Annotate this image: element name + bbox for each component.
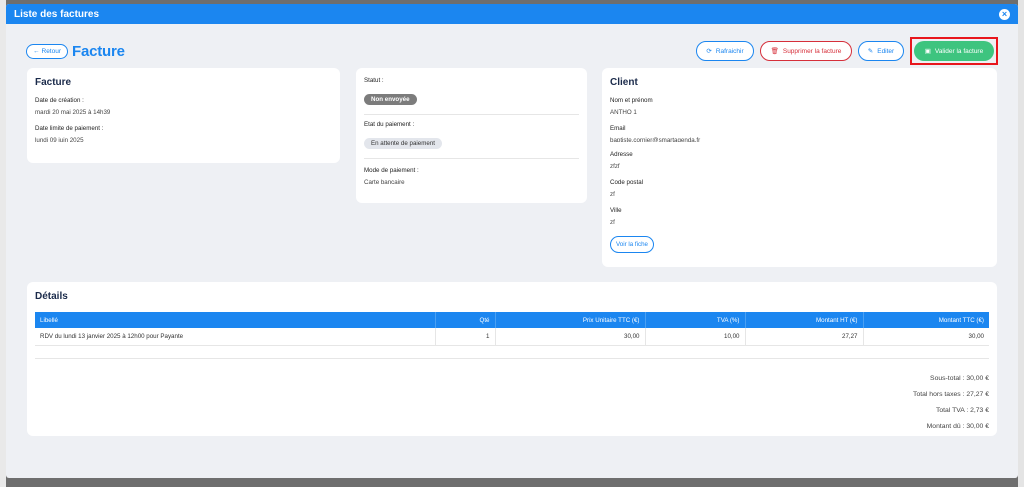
cell-unit-price: 30,00: [494, 328, 645, 346]
details-card: Détails Libellé Qté Prix Unitaire TTC (€…: [27, 282, 997, 436]
action-bar: ⟳ Rafraichir 🗑 Supprimer la facture ✎ Ed…: [696, 37, 998, 65]
col-unit-price: Prix Unitaire TTC (€): [494, 312, 645, 328]
client-city-label: Ville: [610, 207, 622, 214]
modal-header: Liste des factures ×: [6, 4, 1018, 24]
creation-date-label: Date de création :: [35, 97, 84, 104]
payment-state-badge: En attente de paiement: [364, 138, 442, 149]
page-title: Facture: [72, 42, 125, 60]
cell-amount-ht: 27,27: [744, 328, 863, 346]
client-email-label: Email: [610, 125, 626, 132]
col-qty: Qté: [434, 312, 495, 328]
validate-invoice-button[interactable]: ▣ Valider la facture: [914, 41, 994, 61]
refresh-icon: ⟳: [706, 48, 712, 55]
client-address-value: zfzf: [610, 163, 620, 170]
toolbar: ← Retour Facture ⟳ Rafraichir 🗑 Supprime…: [26, 37, 998, 65]
client-name-label: Nom et prénom: [610, 97, 653, 104]
delete-invoice-button[interactable]: 🗑 Supprimer la facture: [760, 41, 852, 61]
subtotal: Sous-total : 30,00 €: [930, 374, 989, 382]
back-button-label: Retour: [41, 47, 62, 55]
refresh-button-label: Rafraichir: [715, 47, 744, 55]
invoice-lines-table: Libellé Qté Prix Unitaire TTC (€) TVA (%…: [35, 312, 989, 346]
total-tva: Total TVA : 2,73 €: [935, 406, 989, 414]
totals-block: Sous-total : 30,00 € Total hors taxes : …: [35, 375, 989, 439]
view-client-button[interactable]: Voir la fiche: [610, 236, 654, 253]
client-address-label: Adresse: [610, 151, 633, 158]
pencil-icon: ✎: [867, 48, 874, 55]
edit-button[interactable]: ✎ Editer: [858, 41, 904, 61]
background-app-right: [1018, 0, 1024, 487]
edit-button-label: Editer: [877, 47, 895, 55]
back-button[interactable]: ← Retour: [26, 43, 69, 59]
client-email-value: baptiste.cornier@smartagenda.fr: [610, 137, 701, 142]
cell-label: RDV du lundi 13 janvier 2025 à 12h00 pou…: [35, 328, 435, 346]
table-header-row: Libellé Qté Prix Unitaire TTC (€) TVA (%…: [35, 312, 989, 328]
table-row: RDV du lundi 13 janvier 2025 à 12h00 pou…: [35, 328, 989, 346]
col-vat: TVA (%): [644, 312, 745, 328]
payment-mode-label: Mode de paiement :: [364, 167, 419, 174]
payment-mode-value: Carte bancaire: [364, 179, 405, 186]
creation-date-value: mardi 20 mai 2025 à 14h39: [35, 109, 111, 116]
client-city-value: zf: [610, 219, 615, 226]
payment-limit-label: Date limite de paiement :: [35, 125, 104, 132]
validate-button-highlight: ▣ Valider la facture: [910, 37, 998, 65]
payment-state-label: Etat du paiement :: [364, 121, 415, 128]
payment-limit-value: lundi 09 juin 2025: [35, 137, 84, 142]
cell-qty: 1: [434, 328, 495, 346]
invoice-info-card: Facture Date de création : mardi 20 mai …: [27, 68, 340, 163]
client-name-value: ANTHO 1: [610, 109, 637, 116]
col-amount-ht: Montant HT (€): [744, 312, 863, 328]
arrow-left-icon: ←: [33, 47, 40, 55]
status-label: Statut :: [364, 77, 384, 84]
close-icon[interactable]: ×: [999, 8, 1010, 20]
invoice-card-heading: Facture: [35, 77, 72, 88]
save-icon: ▣: [924, 48, 931, 55]
col-label: Libellé: [35, 312, 435, 328]
trash-icon: 🗑: [770, 48, 779, 55]
col-amount-ttc: Montant TTC (€): [862, 312, 989, 328]
client-postal-value: zf: [610, 191, 615, 198]
amount-due: Montant dû : 30,00 €: [926, 422, 989, 430]
status-badge: Non envoyée: [364, 94, 417, 105]
refresh-button[interactable]: ⟳ Rafraichir: [696, 41, 754, 61]
validate-button-label: Valider la facture: [934, 47, 984, 55]
modal-title: Liste des factures: [14, 8, 100, 20]
delete-button-label: Supprimer la facture: [782, 47, 842, 55]
status-card: Statut : Non envoyée Etat du paiement : …: [356, 68, 587, 203]
details-heading: Détails: [35, 291, 68, 302]
cell-vat: 10,00: [644, 328, 745, 346]
client-postal-label: Code postal: [610, 179, 644, 186]
invoice-modal: Liste des factures × ← Retour Facture ⟳ …: [6, 4, 1018, 478]
cell-amount-ttc: 30,00: [862, 328, 989, 346]
client-card: Client Nom et prénom ANTHO 1 Email bapti…: [602, 68, 997, 267]
client-card-heading: Client: [610, 77, 638, 88]
total-ht: Total hors taxes : 27,27 €: [913, 390, 989, 398]
